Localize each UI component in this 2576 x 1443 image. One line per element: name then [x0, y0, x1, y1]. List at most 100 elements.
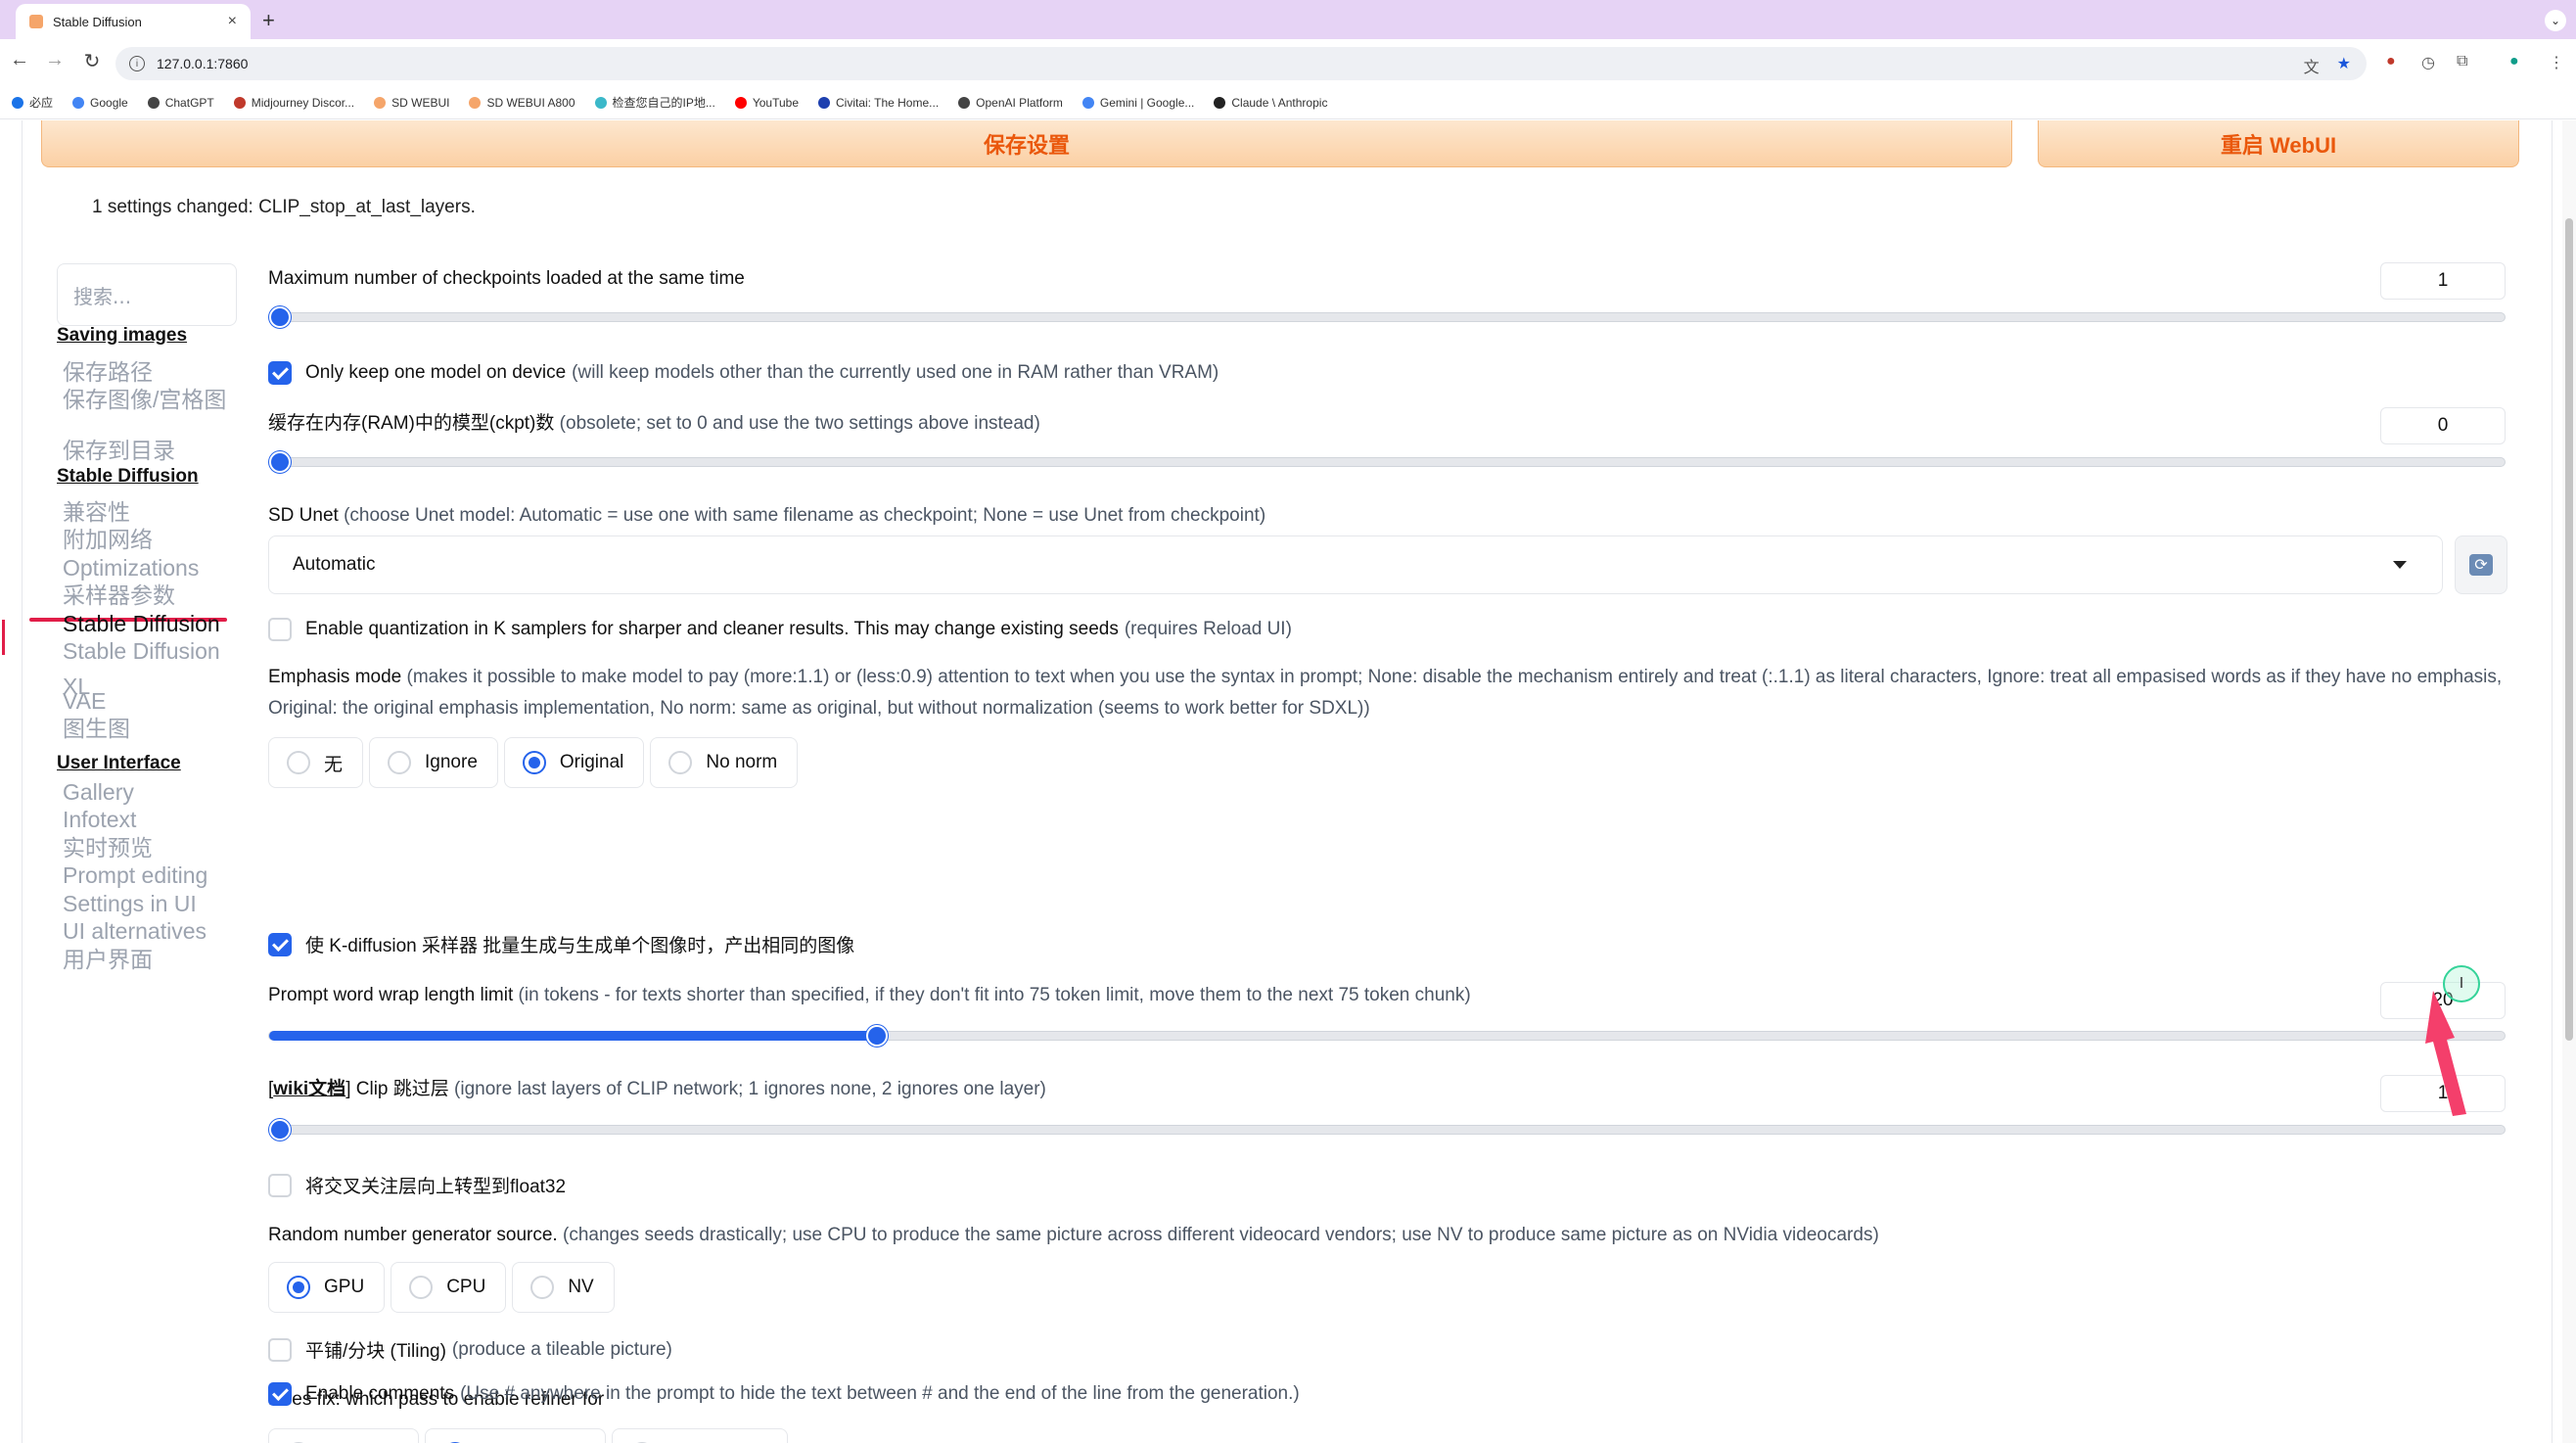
wiki-link[interactable]: wiki文档	[273, 1079, 345, 1099]
sidebar-section-heading[interactable]: Stable Diffusion	[57, 466, 199, 488]
bookmark-item[interactable]: 检查您自己的IP地...	[594, 94, 715, 111]
sidebar-section-heading[interactable]: User Interface	[57, 753, 181, 774]
one-model-option[interactable]: Only keep one model on device (will keep…	[268, 361, 1219, 385]
address-bar[interactable]: i 127.0.0.1:7860 文 ★	[115, 47, 2367, 80]
radio-option[interactable]: CPU	[391, 1262, 507, 1313]
slider-knob[interactable]	[269, 451, 291, 473]
bookmark-item[interactable]: ChatGPT	[147, 96, 214, 110]
radio-dot[interactable]	[668, 751, 693, 774]
site-info-icon[interactable]: i	[129, 56, 145, 71]
max-checkpoints-number[interactable]: 1	[2380, 262, 2506, 300]
bookmark-favicon-icon	[233, 96, 246, 109]
sidebar-section-heading[interactable]: Saving images	[57, 325, 187, 347]
max-checkpoints-label: Maximum number of checkpoints loaded at …	[268, 268, 745, 289]
reload-icon[interactable]: ↻	[78, 49, 106, 73]
settings-changed-notice: 1 settings changed: CLIP_stop_at_last_la…	[92, 197, 476, 217]
radio-option[interactable]: Original	[503, 737, 645, 788]
max-checkpoints-slider[interactable]	[268, 306, 2506, 328]
clip-skip-number[interactable]: 1	[2380, 1075, 2506, 1112]
bookmark-favicon-icon	[818, 96, 830, 109]
comments-checkbox[interactable]	[268, 1382, 292, 1406]
bookmark-star-icon[interactable]: ★	[2337, 54, 2351, 77]
quantization-checkbox[interactable]	[268, 618, 292, 641]
emphasis-mode-radios: 无 Ignore Original No norm	[268, 737, 799, 788]
radio-option[interactable]: 无	[268, 737, 364, 788]
save-settings-button[interactable]: 保存设置	[41, 120, 2012, 167]
profile-avatar-icon[interactable]: ●	[2509, 53, 2519, 70]
radio-option[interactable]: both passes	[611, 1428, 789, 1443]
bookmark-item[interactable]: Civitai: The Home...	[818, 96, 939, 110]
upcast-attn-checkbox[interactable]	[268, 1173, 292, 1197]
bookmark-favicon-icon	[734, 96, 747, 109]
quantization-option[interactable]: Enable quantization in K samplers for sh…	[268, 618, 1292, 641]
scrollbar-thumb[interactable]	[2565, 218, 2573, 1041]
kdiffusion-batch-label: 使 K-diffusion 采样器 批量生成与生成单个图像时，产出相同的图像	[305, 936, 855, 956]
back-icon[interactable]: ←	[6, 49, 33, 71]
translate-icon[interactable]: 文	[2304, 54, 2320, 77]
extensions-icon[interactable]: ⧉	[2457, 53, 2467, 70]
history-icon[interactable]: ◷	[2421, 53, 2435, 72]
refresh-unet-button[interactable]: ⟳	[2455, 535, 2507, 594]
radio-option[interactable]: NV	[512, 1262, 615, 1313]
comments-option[interactable]: Enable comments (Use # anywhere in the p…	[268, 1382, 1300, 1406]
wrap-limit-slider[interactable]	[268, 1025, 2506, 1047]
bookmark-favicon-icon	[958, 96, 971, 109]
one-model-checkbox[interactable]	[268, 361, 292, 385]
radio-option[interactable]: first pass	[268, 1428, 420, 1443]
extension-record-icon[interactable]: ●	[2386, 53, 2396, 70]
new-tab-button[interactable]: +	[262, 8, 275, 33]
bookmark-item[interactable]: Google	[72, 96, 128, 110]
radio-dot[interactable]	[530, 1276, 555, 1299]
restart-webui-button[interactable]: 重启 WebUI	[2038, 120, 2519, 167]
bookmark-item[interactable]: Midjourney Discor...	[233, 96, 354, 110]
sidebar-item[interactable]: 图生图	[63, 711, 239, 746]
page-scrollbar[interactable]	[2562, 120, 2576, 1443]
bookmark-label: OpenAI Platform	[976, 95, 1063, 110]
ram-cache-slider[interactable]	[268, 451, 2506, 473]
tab-search-icon[interactable]: ⌄	[2545, 10, 2566, 31]
radio-label: GPU	[324, 1277, 365, 1297]
radio-option[interactable]: GPU	[268, 1262, 386, 1313]
sidebar-item[interactable]: 保存到目录	[63, 433, 239, 468]
tiling-checkbox[interactable]	[268, 1337, 292, 1362]
bookmark-item[interactable]: Claude \ Anthropic	[1214, 96, 1327, 110]
radio-option[interactable]: Ignore	[369, 737, 498, 788]
radio-label: NV	[568, 1277, 594, 1297]
radio-dot[interactable]	[287, 1276, 310, 1299]
quantization-label: Enable quantization in K samplers for sh…	[305, 619, 1119, 639]
slider-knob[interactable]	[269, 306, 291, 328]
sidebar-item[interactable]: 保存图像/宫格图	[63, 382, 239, 417]
tab-title: Stable Diffusion	[53, 14, 142, 29]
radio-option[interactable]: No norm	[650, 737, 799, 788]
radio-dot[interactable]	[388, 751, 412, 774]
forward-icon[interactable]: →	[41, 49, 69, 71]
kdiffusion-batch-checkbox[interactable]	[268, 932, 292, 956]
bookmark-label: Civitai: The Home...	[836, 95, 940, 110]
bookmark-item[interactable]: 必应	[12, 94, 53, 111]
ram-cache-number[interactable]: 0	[2380, 407, 2506, 444]
browser-menu-icon[interactable]: ⋮	[2549, 53, 2564, 72]
bookmark-item[interactable]: OpenAI Platform	[958, 96, 1063, 110]
bookmark-label: 检查您自己的IP地...	[612, 96, 715, 110]
radio-dot[interactable]	[522, 751, 546, 774]
bookmark-item[interactable]: SD WEBUI	[374, 96, 449, 110]
bookmarks-bar: 必应 Google ChatGPT Midjourney Discor... SD WE…	[0, 86, 2576, 119]
radio-dot[interactable]	[409, 1276, 434, 1299]
bookmark-item[interactable]: SD WEBUI A800	[469, 96, 575, 110]
tiling-option[interactable]: 平铺/分块 (Tiling) (produce a tileable pictu…	[268, 1336, 672, 1363]
bookmark-item[interactable]: Gemini | Google...	[1081, 96, 1194, 110]
radio-option[interactable]: second pass	[425, 1428, 606, 1443]
radio-dot[interactable]	[287, 751, 310, 774]
upcast-attn-option[interactable]: 将交叉关注层向上转型到float32	[268, 1172, 566, 1198]
settings-search-input[interactable]: 搜索...	[57, 263, 237, 326]
browser-tab[interactable]: Stable Diffusion ×	[16, 4, 251, 39]
slider-knob[interactable]	[269, 1119, 291, 1140]
clip-skip-slider[interactable]	[268, 1119, 2506, 1140]
kdiffusion-batch-option[interactable]: 使 K-diffusion 采样器 批量生成与生成单个图像时，产出相同的图像	[268, 931, 854, 957]
bookmark-item[interactable]: YouTube	[734, 96, 799, 110]
tab-close-icon[interactable]: ×	[228, 13, 237, 30]
quantization-hint: (requires Reload UI)	[1124, 619, 1292, 639]
url-text: 127.0.0.1:7860	[157, 56, 249, 71]
sd-unet-dropdown[interactable]: Automatic	[268, 535, 2443, 594]
sidebar-item[interactable]: 用户界面	[63, 942, 239, 977]
